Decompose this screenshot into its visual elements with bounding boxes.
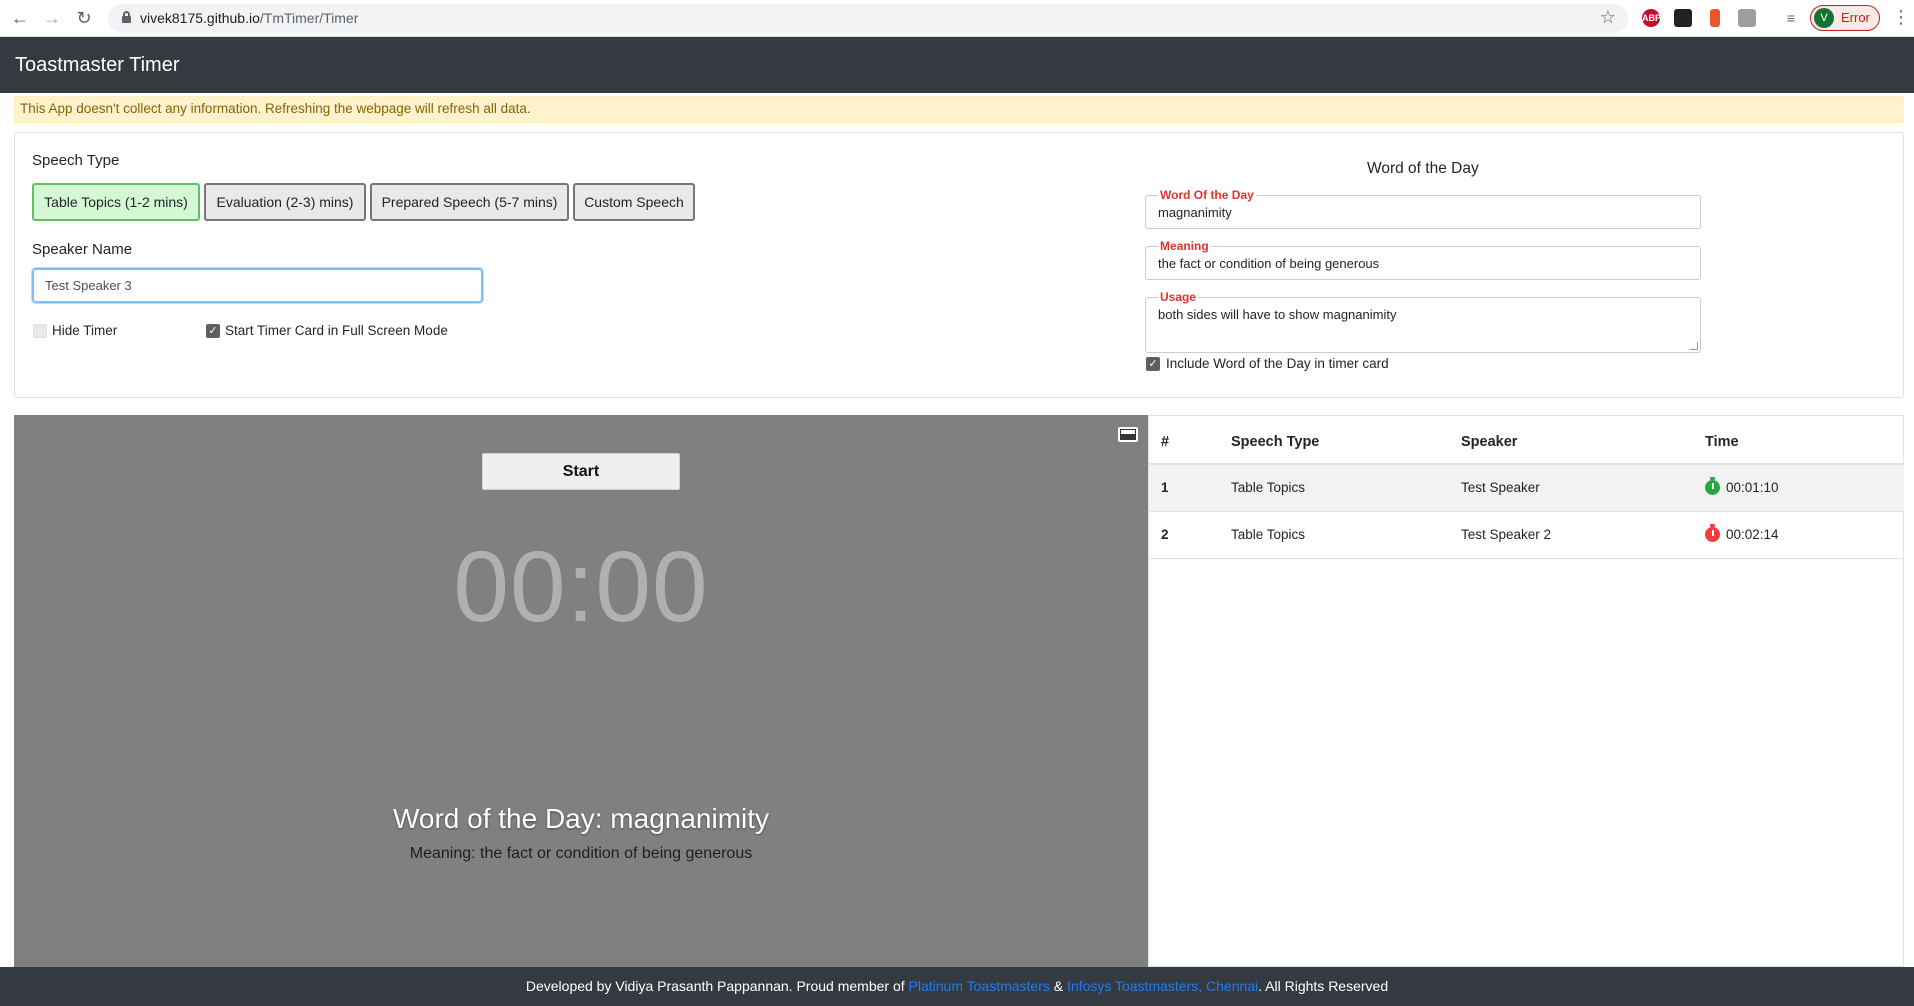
wotd-word-legend: Word Of the Day	[1158, 188, 1256, 202]
notice-text: This App doesn't collect any information…	[20, 101, 531, 116]
navbar: Toastmaster Timer	[0, 37, 1914, 93]
row-time: 00:01:10	[1726, 480, 1779, 495]
wotd-usage-legend: Usage	[1158, 290, 1199, 304]
wotd-display: Word of the Day: magnanimity	[392, 803, 770, 834]
footer-ampersand: &	[1049, 978, 1067, 994]
fullscreen-checkbox[interactable]: ✓	[206, 324, 220, 338]
table-row: 1 Table Topics Test Speaker 00:01:10	[1149, 465, 1904, 512]
footer: Developed by Vidiya Prasanth Pappannan. …	[0, 967, 1914, 1006]
address-bar[interactable]: vivek8175.github.io/TmTimer/Timer ☆	[108, 4, 1628, 33]
fullscreen-icon[interactable]	[1118, 427, 1138, 442]
meaning-display: Meaning: the fact or condition of being …	[409, 845, 753, 862]
column-header-number: #	[1161, 434, 1170, 450]
timer-display: 00:00	[453, 531, 709, 643]
stopwatch-red-icon	[1705, 524, 1720, 543]
wotd-section-title: Word of the Day	[1367, 160, 1479, 177]
forward-arrow-icon[interactable]: →	[42, 8, 62, 28]
column-header-speaker: Speaker	[1461, 434, 1518, 450]
include-wotd-checkbox[interactable]: ✓	[1146, 357, 1160, 371]
avatar: V	[1814, 8, 1834, 28]
platinum-toastmasters-link[interactable]: Platinum Toastmasters	[909, 978, 1050, 994]
row-number: 1	[1161, 480, 1169, 495]
extension-icon-2[interactable]	[1710, 9, 1720, 27]
row-speech-type: Table Topics	[1231, 480, 1306, 495]
row-speech-type: Table Topics	[1231, 527, 1306, 542]
profile-status: Error	[1841, 10, 1870, 25]
speech-type-table-topics-button[interactable]: Table Topics (1-2 mins)	[32, 183, 200, 221]
speech-type-evaluation-button[interactable]: Evaluation (2-3) mins)	[204, 183, 366, 221]
footer-suffix: . All Rights Reserved	[1258, 978, 1389, 994]
browser-toolbar: ← → ↻ vivek8175.github.io/TmTimer/Timer …	[0, 0, 1914, 37]
hide-timer-checkbox[interactable]	[33, 324, 47, 338]
reload-icon[interactable]: ↻	[74, 8, 94, 28]
pdf-icon[interactable]	[1738, 9, 1756, 27]
adblock-plus-icon[interactable]: ABP	[1642, 9, 1661, 27]
footer-prefix: Developed by Vidiya Prasanth Pappannan. …	[525, 978, 909, 994]
speech-history-table: # Speech Type Speaker Time 1 Table Topic…	[1148, 415, 1904, 967]
speaker-name-label: Speaker Name	[32, 241, 133, 258]
row-time: 00:02:14	[1726, 527, 1779, 542]
resize-handle-icon[interactable]	[1690, 342, 1698, 350]
speech-type-label: Speech Type	[32, 152, 120, 169]
lock-icon	[122, 11, 131, 23]
start-button[interactable]: Start	[482, 453, 680, 490]
wotd-meaning-legend: Meaning	[1158, 239, 1211, 253]
stopwatch-green-icon	[1705, 477, 1720, 496]
extension-icon[interactable]	[1674, 9, 1692, 27]
reading-list-icon[interactable]: ≡	[1782, 9, 1800, 27]
profile-button[interactable]: V Error	[1810, 5, 1880, 31]
back-arrow-icon[interactable]: ←	[10, 8, 30, 28]
privacy-notice: This App doesn't collect any information…	[14, 96, 1904, 123]
brand-title[interactable]: Toastmaster Timer	[15, 54, 179, 77]
speech-type-custom-button[interactable]: Custom Speech	[573, 183, 695, 221]
wotd-meaning-value: the fact or condition of being generous	[1158, 256, 1380, 271]
table-row: 2 Table Topics Test Speaker 2 00:02:14	[1149, 512, 1904, 559]
more-options-icon[interactable]: ⋮	[1892, 8, 1910, 26]
settings-card: Speech Type Table Topics (1-2 mins) Eval…	[14, 132, 1904, 398]
row-speaker: Test Speaker 2	[1461, 527, 1552, 542]
wotd-word-value: magnanimity	[1158, 205, 1232, 220]
wotd-usage-field[interactable]: Usage both sides will have to show magna…	[1145, 290, 1701, 353]
wotd-meaning-field[interactable]: Meaning the fact or condition of being g…	[1145, 239, 1701, 280]
infosys-toastmasters-link[interactable]: Infosys Toastmasters, Chennai	[1067, 978, 1258, 994]
hide-timer-label: Hide Timer	[52, 323, 118, 338]
include-wotd-label: Include Word of the Day in timer card	[1166, 356, 1389, 371]
wotd-word-field[interactable]: Word Of the Day magnanimity	[1145, 188, 1701, 229]
row-speaker: Test Speaker	[1461, 480, 1540, 495]
speaker-name-input[interactable]	[32, 268, 483, 303]
bookmark-star-icon[interactable]: ☆	[1600, 7, 1616, 28]
timer-card: Start 00:00 Word of the Day: magnanimity…	[14, 415, 1148, 967]
url-text: vivek8175.github.io/TmTimer/Timer	[140, 10, 359, 26]
wotd-usage-value: both sides will have to show magnanimity	[1158, 307, 1397, 322]
row-number: 2	[1161, 527, 1169, 542]
column-header-speech-type: Speech Type	[1231, 434, 1320, 450]
fullscreen-label: Start Timer Card in Full Screen Mode	[225, 323, 448, 338]
column-header-time: Time	[1705, 434, 1739, 450]
speech-type-prepared-button[interactable]: Prepared Speech (5-7 mins)	[370, 183, 569, 221]
